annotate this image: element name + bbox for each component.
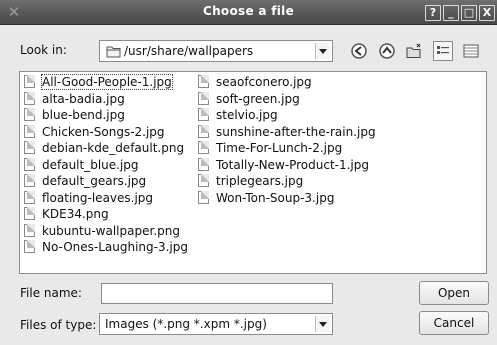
file-name: default_gears.jpg [42,174,147,188]
file-name: triplegears.jpg [216,174,304,188]
file-name: sunshine-after-the-rain.jpg [216,124,376,139]
new-folder-icon [406,43,421,58]
close-button[interactable]: X [479,5,495,21]
up-button[interactable] [378,42,396,60]
file-name: stelvio.jpg [216,108,278,122]
file-name: floating-leaves.jpg [42,190,154,205]
new-folder-button[interactable] [405,42,423,60]
file-name: soft-green.jpg [216,91,300,106]
file-item[interactable]: Totally-New-Product-1.jpg [194,157,376,174]
file-item[interactable]: sunshine-after-the-rain.jpg [194,124,376,141]
list-view-icon [437,46,449,54]
file-item[interactable]: seaofconero.jpg [194,74,376,91]
back-arrow-icon [351,43,367,59]
file-item[interactable]: default_blue.jpg [20,157,188,174]
file-icon [198,141,209,154]
chevron-down-icon[interactable] [315,43,330,59]
file-icon [24,223,35,237]
file-name: alta-badia.jpg [42,91,125,106]
file-item[interactable]: soft-green.jpg [194,91,376,108]
file-item[interactable]: No-Ones-Laughing-3.jpg [20,239,188,256]
file-icon [198,174,209,187]
lookin-label: Look in: [20,43,67,57]
filetype-value: Images (*.png *.xpm *.jpg) [105,317,267,331]
detail-view-icon [463,44,479,58]
list-view-button[interactable] [433,41,453,61]
file-icon [198,124,209,138]
file-item[interactable]: triplegears.jpg [194,173,376,190]
file-icon [24,141,35,154]
file-icon [198,108,209,121]
filetype-label: Files of type: [20,318,97,332]
file-name: debian-kde_default.png [42,141,185,155]
detail-view-button[interactable] [462,42,480,60]
file-icon [198,75,209,88]
file-name: seaofconero.jpg [216,75,312,89]
file-item[interactable]: debian-kde_default.png [20,140,188,157]
file-item[interactable]: Won-Ton-Soup-3.jpg [194,190,376,207]
folder-icon [106,45,122,61]
file-name: default_blue.jpg [42,157,139,172]
file-item[interactable]: All-Good-People-1.jpg [20,74,188,91]
file-icon [24,190,35,204]
file-column-2: seaofconero.jpg soft-green.jpg stelvio.jpg… [194,74,376,206]
file-icon [24,157,35,171]
back-button[interactable] [350,42,368,60]
file-column-1: All-Good-People-1.jpg alta-badia.jpg blue-… [20,74,188,256]
file-icon [24,91,35,105]
lookin-combo[interactable]: /usr/share/wallpapers [99,40,333,62]
file-icon [24,174,35,187]
file-item[interactable]: alta-badia.jpg [20,91,188,108]
file-item[interactable]: floating-leaves.jpg [20,190,188,207]
file-name: Time-For-Lunch-2.jpg [216,141,343,155]
file-icon [24,75,35,88]
file-item[interactable]: Chicken-Songs-2.jpg [20,124,188,141]
lookin-path: /usr/share/wallpapers [124,44,254,58]
file-item[interactable]: kubuntu-wallpaper.png [20,223,188,240]
file-item[interactable]: KDE34.png [20,206,188,223]
cancel-button[interactable]: Cancel [419,311,489,335]
file-icon [198,157,209,171]
file-item[interactable]: Time-For-Lunch-2.jpg [194,140,376,157]
file-name: Totally-New-Product-1.jpg [216,157,369,172]
help-button[interactable]: ? [425,5,441,21]
file-item[interactable]: blue-bend.jpg [20,107,188,124]
filetype-combo[interactable]: Images (*.png *.xpm *.jpg) [99,313,333,335]
file-item[interactable]: stelvio.jpg [194,107,376,124]
file-name: Won-Ton-Soup-3.jpg [216,190,335,205]
file-icon [24,240,35,253]
file-icon [24,207,35,220]
file-list[interactable]: All-Good-People-1.jpg alta-badia.jpg blue-… [19,71,487,274]
filename-input[interactable] [101,283,333,304]
file-icon [198,91,209,105]
window-title: Choose a file [202,4,295,18]
file-name: kubuntu-wallpaper.png [42,223,180,238]
open-button[interactable]: Open [419,281,489,305]
file-icon [198,190,209,204]
file-name: KDE34.png [42,207,109,221]
filename-label: File name: [20,286,82,300]
title-bar: ✕ Choose a file ? _ □ X [0,0,497,25]
maximize-button[interactable]: □ [461,5,477,21]
file-item[interactable]: default_gears.jpg [20,173,188,190]
file-name: No-Ones-Laughing-3.jpg [42,240,188,254]
file-icon [24,124,35,138]
file-name: All-Good-People-1.jpg [41,74,173,90]
file-icon [24,108,35,121]
minimize-button[interactable]: _ [443,5,459,21]
up-arrow-icon [379,43,395,59]
file-name: Chicken-Songs-2.jpg [42,124,165,139]
file-name: blue-bend.jpg [42,108,125,122]
chevron-down-icon[interactable] [315,316,330,332]
